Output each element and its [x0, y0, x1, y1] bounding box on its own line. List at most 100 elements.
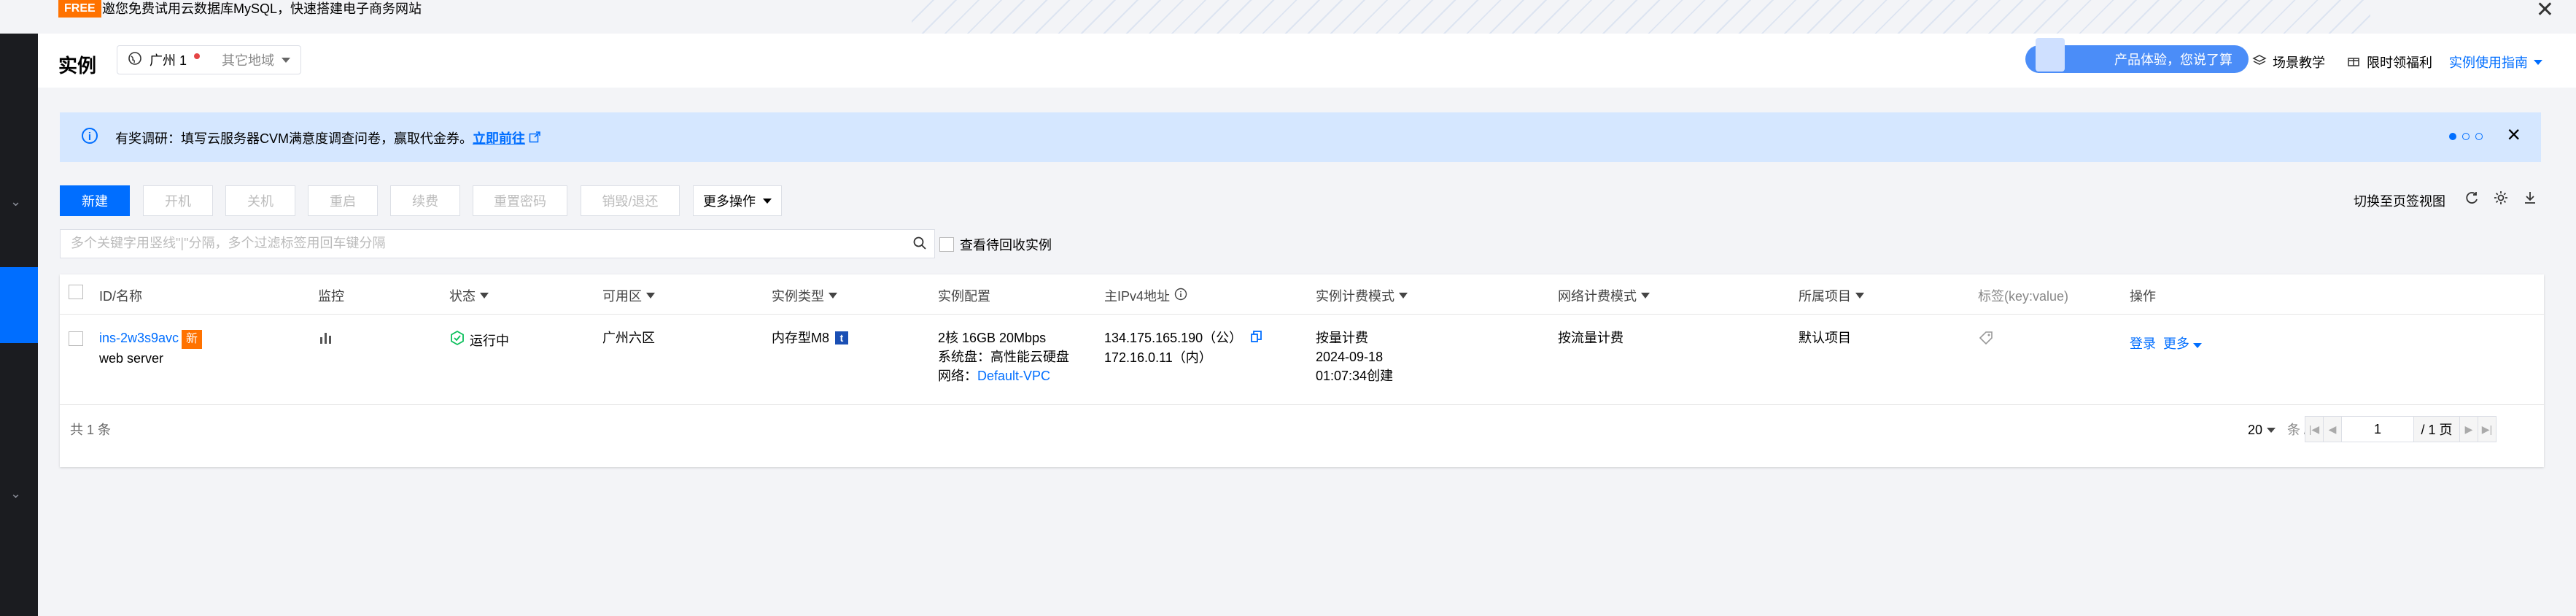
banner-dot[interactable] — [2449, 133, 2456, 140]
recycle-filter[interactable]: 查看待回收实例 — [939, 235, 1052, 254]
new-badge: 新 — [182, 330, 203, 349]
gift-icon — [2346, 53, 2361, 72]
header-project-label: 所属项目 — [1799, 289, 1851, 304]
total-pages-label: / 1 页 — [2413, 416, 2460, 442]
row-divider — [60, 404, 2544, 405]
globe-icon — [128, 51, 142, 69]
type-text: 内存型M8 — [772, 331, 830, 345]
prev-page-icon[interactable]: ◀ — [2323, 416, 2342, 442]
header-id-name: ID/名称 — [99, 289, 143, 304]
more-ops-link[interactable]: 更多 — [2163, 334, 2203, 353]
page-header: 实例 广州 1 其它地域 产品体验，您说了算 场景教学 限时领福利 实例使用指南 — [38, 34, 2576, 88]
billing-created: 01:07:34创建 — [1316, 369, 1394, 383]
chevron-down-icon[interactable]: ⌄ — [10, 194, 21, 209]
limited-offer-label: 限时领福利 — [2367, 55, 2432, 70]
select-all-checkbox[interactable] — [69, 285, 83, 299]
header-ipv4: 主IPv4地址 — [1104, 286, 1187, 305]
private-ip[interactable]: 172.16.0.11（内） — [1104, 350, 1212, 365]
copy-icon[interactable] — [1250, 329, 1263, 348]
feedback-pill[interactable]: 产品体验，您说了算 — [2025, 38, 2249, 73]
survey-banner: i 有奖调研：填写云服务器CVM满意度调查问卷，赢取代金券。立即前往 × — [60, 112, 2541, 162]
scene-tutorial-link[interactable]: 场景教学 — [2252, 53, 2325, 72]
info-icon[interactable] — [1174, 288, 1187, 304]
region-dot — [194, 53, 201, 59]
filter-icon[interactable] — [1641, 293, 1650, 299]
reset-password-button[interactable]: 重置密码 — [473, 185, 567, 216]
region-selector[interactable]: 广州 1 其它地域 — [117, 45, 302, 74]
shutdown-button[interactable]: 关机 — [225, 185, 295, 216]
header-monitor: 监控 — [318, 289, 344, 304]
filter-icon[interactable] — [1399, 293, 1408, 299]
row-checkbox[interactable] — [69, 331, 83, 346]
tag-icon[interactable] — [1978, 330, 1994, 351]
search-input[interactable] — [61, 230, 912, 256]
filter-icon[interactable] — [829, 293, 837, 299]
header-project[interactable]: 所属项目 — [1799, 286, 1864, 305]
recycle-checkbox[interactable] — [939, 237, 954, 252]
settings-gear-icon[interactable] — [2493, 190, 2509, 209]
page-size-selector[interactable]: 20 — [2248, 420, 2276, 439]
header-zone-label: 可用区 — [602, 289, 642, 304]
download-icon[interactable] — [2522, 190, 2538, 209]
project-cell: 默认项目 — [1799, 331, 1851, 345]
banner-link[interactable]: 立即前往 — [473, 131, 525, 146]
close-icon[interactable]: × — [2507, 121, 2521, 148]
instance-id-link[interactable]: ins-2w3s9avc — [99, 331, 179, 345]
new-instance-button[interactable]: 新建 — [60, 185, 130, 216]
monitor-chart-icon[interactable] — [318, 330, 334, 351]
header-status[interactable]: 状态 — [449, 286, 489, 305]
region-current: 广州 1 — [150, 53, 187, 68]
switch-view-link[interactable]: 切换至页签视图 — [2354, 191, 2445, 210]
config-network-label: 网络： — [938, 369, 977, 383]
page-number-input[interactable]: 1 — [2341, 416, 2414, 442]
chevron-down-icon — [763, 198, 772, 204]
renew-button[interactable]: 续费 — [390, 185, 460, 216]
header-type[interactable]: 实例类型 — [772, 286, 837, 305]
public-ip[interactable]: 134.175.165.190（公） — [1104, 331, 1242, 345]
other-region[interactable]: 其它地域 — [222, 50, 274, 69]
header-divider — [60, 314, 2544, 315]
login-link[interactable]: 登录 — [2130, 334, 2156, 353]
billing-date: 2024-09-18 — [1316, 350, 1384, 364]
search-icon[interactable] — [912, 236, 927, 255]
refresh-icon[interactable] — [2464, 190, 2480, 209]
header-net-billing[interactable]: 网络计费模式 — [1558, 286, 1650, 305]
promo-bar: FREE 邀您免费试用云数据库MySQL，快速搭建电子商务网站 ✕ — [0, 0, 2576, 34]
chevron-down-icon[interactable]: ⌄ — [10, 486, 21, 501]
promo-decoration — [912, 0, 2370, 34]
banner-dot[interactable] — [2462, 133, 2470, 140]
last-page-icon[interactable]: ▶| — [2478, 416, 2497, 442]
page-title: 实例 — [58, 55, 97, 77]
header-ipv4-label: 主IPv4地址 — [1104, 289, 1171, 304]
total-count: 共 1 条 — [70, 423, 112, 437]
terminate-button[interactable]: 销毁/退还 — [581, 185, 680, 216]
vpc-link[interactable]: Default-VPC — [977, 369, 1050, 383]
limited-offer-link[interactable]: 限时领福利 — [2346, 53, 2432, 72]
next-page-icon[interactable]: ▶ — [2459, 416, 2478, 442]
feedback-pill-label: 产品体验，您说了算 — [2114, 53, 2232, 67]
more-actions-dropdown[interactable]: 更多操作 — [693, 185, 782, 216]
instance-type-icon: t — [835, 331, 849, 344]
type-cell: 内存型M8 t — [772, 328, 849, 347]
guide-link[interactable]: 实例使用指南 — [2449, 53, 2542, 72]
header-billing[interactable]: 实例计费模式 — [1316, 286, 1408, 305]
filter-icon[interactable] — [1855, 293, 1864, 299]
banner-dot[interactable] — [2475, 133, 2483, 140]
filter-icon[interactable] — [480, 293, 489, 299]
sidebar-active-item[interactable] — [0, 267, 38, 343]
layers-icon — [2252, 53, 2267, 72]
header-zone[interactable]: 可用区 — [602, 286, 655, 305]
instance-table: ID/名称 监控 状态 可用区 实例类型 实例配置 主IPv4地址 实例计费模式… — [60, 274, 2544, 467]
first-page-icon[interactable]: |◀ — [2305, 416, 2324, 442]
instance-name: web server — [99, 351, 164, 366]
start-button[interactable]: 开机 — [143, 185, 213, 216]
scene-tutorial-label: 场景教学 — [2273, 55, 2325, 70]
status-text: 运行中 — [470, 333, 509, 348]
promo-text[interactable]: 邀您免费试用云数据库MySQL，快速搭建电子商务网站 — [102, 0, 422, 18]
filter-icon[interactable] — [646, 293, 655, 299]
close-icon[interactable]: ✕ — [2536, 0, 2554, 23]
restart-button[interactable]: 重启 — [308, 185, 378, 216]
more-ops-label: 更多 — [2163, 336, 2189, 351]
external-link-icon[interactable] — [529, 131, 540, 146]
header-tags: 标签(key:value) — [1978, 289, 2069, 304]
